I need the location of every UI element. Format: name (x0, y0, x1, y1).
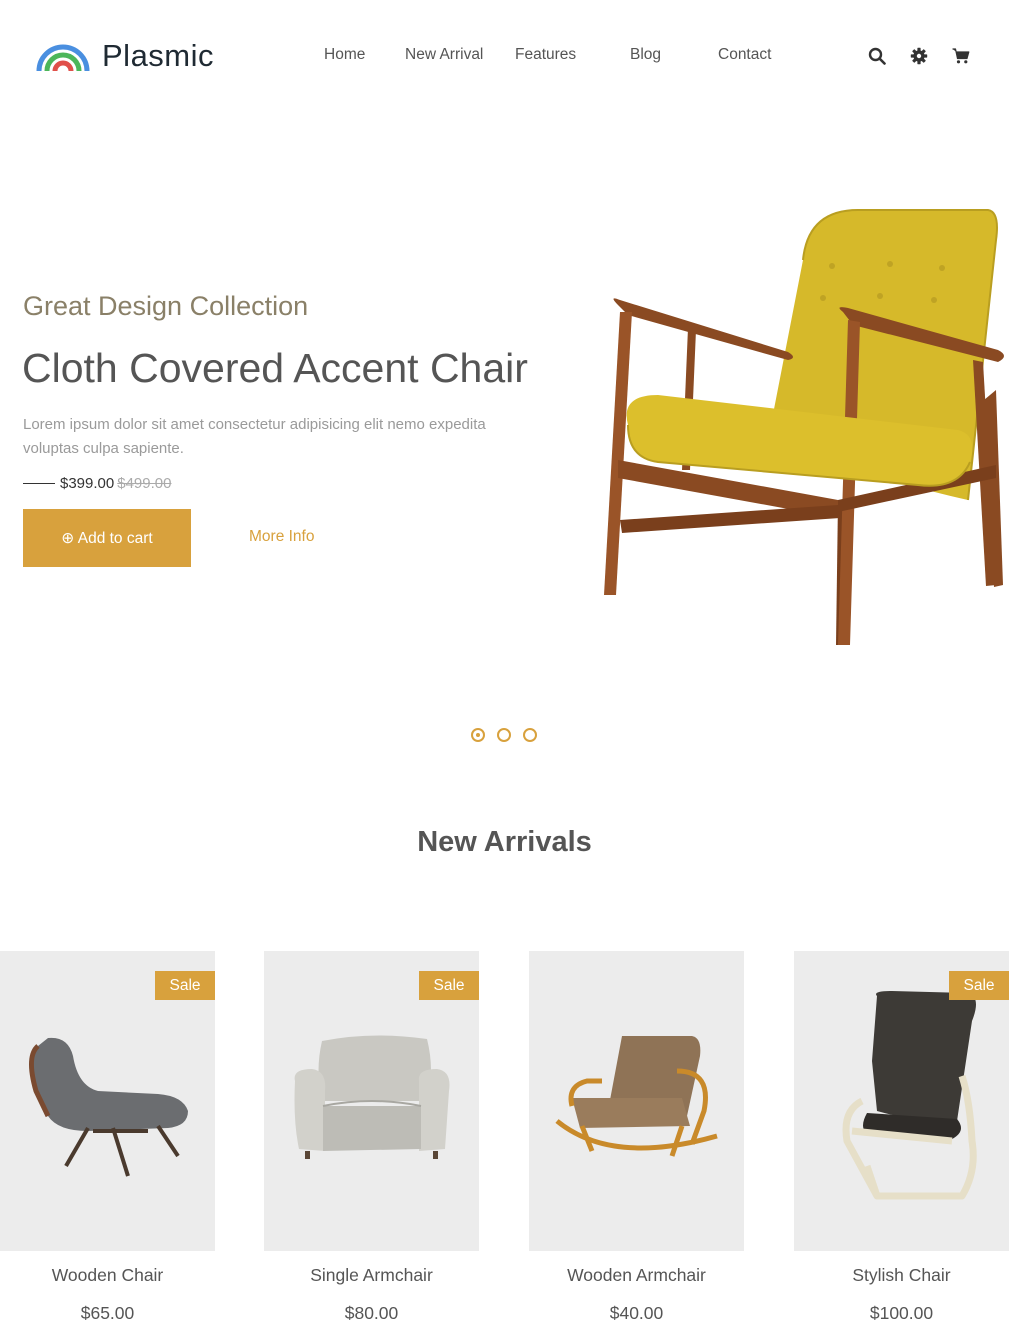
main-nav: Home New Arrival Features Blog Contact (0, 46, 1009, 66)
nav-features[interactable]: Features (515, 46, 576, 64)
hero-description: Lorem ipsum dolor sit amet consectetur a… (23, 416, 486, 457)
grey-lounge-chair-image (28, 1037, 188, 1177)
gear-icon[interactable] (908, 45, 930, 67)
rocking-armchair-image (554, 1036, 718, 1157)
more-info-link[interactable]: More Info (249, 528, 314, 546)
product-image[interactable]: Sale (0, 951, 215, 1251)
product-card[interactable]: Sale Wooden Chair $65.00 (0, 951, 215, 1322)
sale-badge: Sale (949, 971, 1009, 1000)
yellow-accent-chair-image (604, 209, 1004, 645)
slide-dot-1[interactable] (471, 728, 485, 742)
slide-dot-2[interactable] (497, 728, 511, 742)
hero-subtitle: Great Design Collection (23, 291, 309, 321)
hero-price: $399.00 $499.00 (23, 475, 171, 492)
nav-contact[interactable]: Contact (718, 46, 771, 64)
sale-badge: Sale (155, 971, 215, 1000)
product-name[interactable]: Stylish Chair (794, 1265, 1009, 1286)
nav-new-arrival[interactable]: New Arrival (405, 46, 483, 64)
new-arrivals-title: New Arrivals (417, 826, 592, 858)
slider-dots (471, 728, 537, 742)
add-to-cart-button[interactable]: ⊕ Add to cart (23, 509, 191, 567)
product-name[interactable]: Wooden Armchair (529, 1265, 744, 1286)
header-actions (866, 45, 972, 67)
product-price: $80.00 (344, 1303, 399, 1322)
search-icon[interactable] (866, 45, 888, 67)
product-name[interactable]: Wooden Chair (0, 1265, 215, 1286)
product-name[interactable]: Single Armchair (264, 1265, 479, 1286)
product-price: $65.00 (80, 1303, 135, 1322)
product-card[interactable]: Sale Single Armchair $80.00 (264, 951, 479, 1322)
product-image[interactable] (529, 951, 744, 1251)
single-armchair-image (294, 1035, 449, 1159)
slide-dot-3[interactable] (523, 728, 537, 742)
product-card[interactable]: Wooden Armchair $40.00 (529, 951, 744, 1322)
sale-badge: Sale (419, 971, 479, 1000)
stylish-chair-image (842, 991, 977, 1200)
old-price: $499.00 (117, 475, 172, 492)
cart-icon[interactable] (950, 45, 972, 67)
product-price: $40.00 (609, 1303, 664, 1322)
nav-home[interactable]: Home (324, 46, 365, 64)
product-image[interactable]: Sale (794, 951, 1009, 1251)
hero-title: Cloth Covered Accent Chair (22, 345, 528, 391)
nav-blog[interactable]: Blog (630, 46, 661, 64)
product-image[interactable]: Sale (264, 951, 479, 1251)
product-card[interactable]: Sale Stylish Chair $100.00 (794, 951, 1009, 1322)
product-price: $100.00 (869, 1303, 934, 1322)
current-price: $399.00 (60, 475, 115, 492)
price-dash (23, 483, 55, 484)
